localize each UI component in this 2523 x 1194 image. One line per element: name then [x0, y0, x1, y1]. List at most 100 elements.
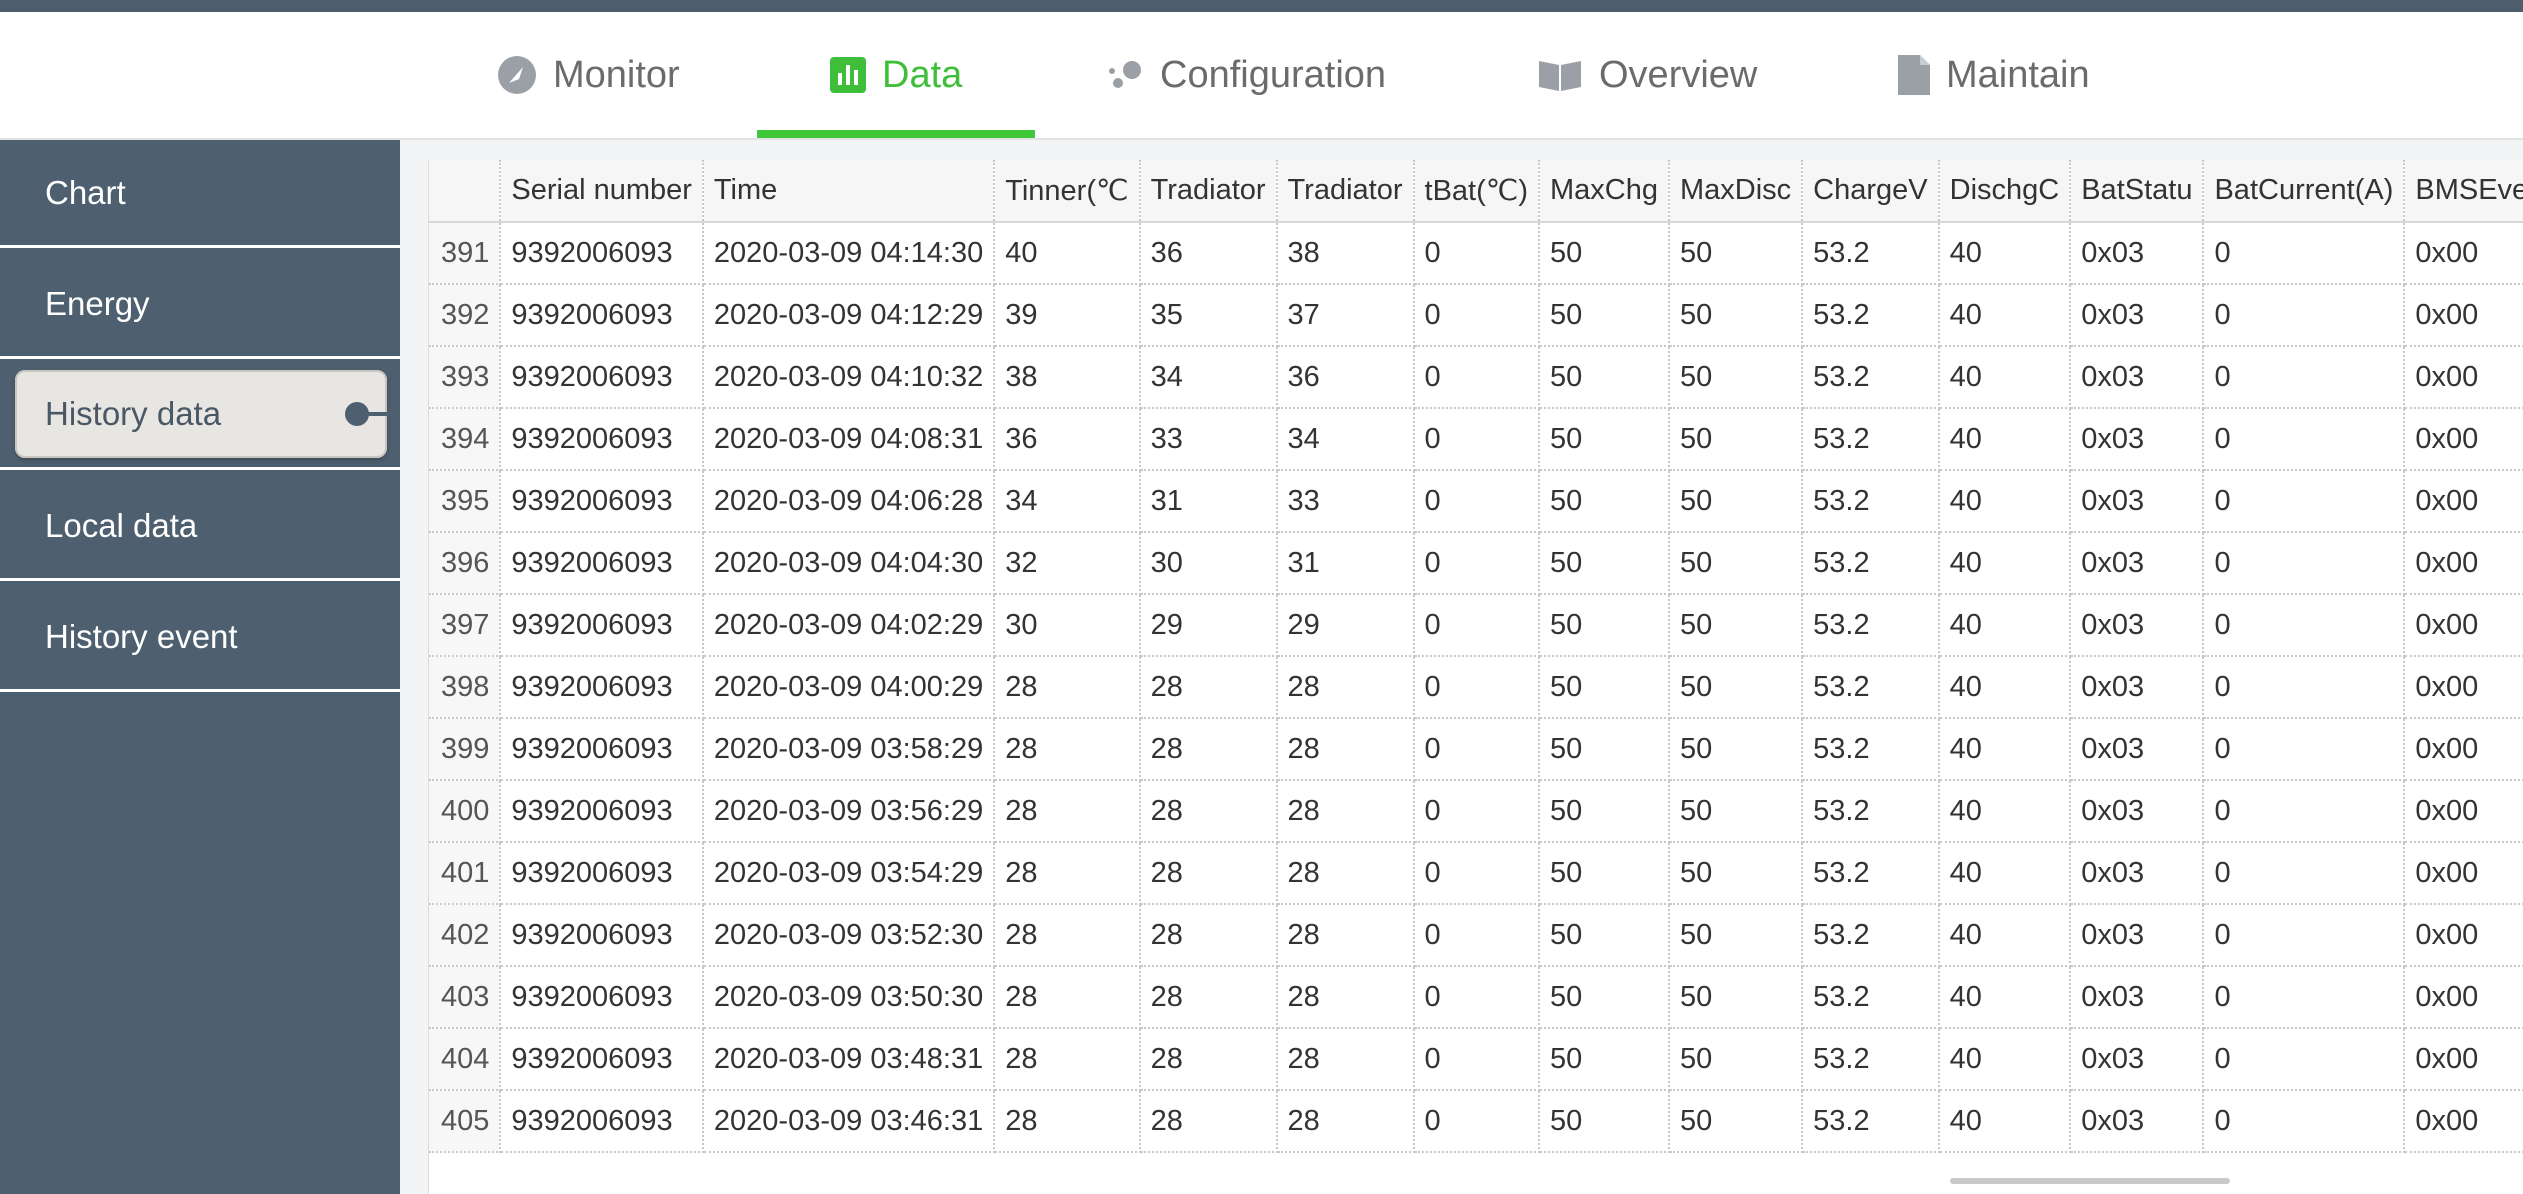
- table-row[interactable]: 404 9392006093 2020-03-09 03:48:31 28 28 28 0 5…: [429, 1028, 2523, 1091]
- table-cell: 34: [994, 470, 1141, 533]
- table-row[interactable]: 401 9392006093 2020-03-09 03:54:29 28 28 28 0 5…: [429, 842, 2523, 905]
- tab-monitor-label: Monitor: [553, 53, 680, 96]
- column-header[interactable]: Tinner(℃: [994, 160, 1141, 223]
- table-cell: 38: [994, 346, 1141, 409]
- table-row[interactable]: 394 9392006093 2020-03-09 04:08:31 36 33 34 0 5…: [429, 408, 2523, 471]
- table-cell: 50: [1668, 842, 1804, 905]
- column-header[interactable]: BatStatu: [2070, 160, 2205, 223]
- table-row[interactable]: 392 9392006093 2020-03-09 04:12:29 39 35 37 0 5…: [429, 284, 2523, 347]
- sidebar-item-history-event[interactable]: History event: [0, 584, 400, 692]
- sidebar-item-label: Energy: [45, 284, 150, 322]
- sidebar-item-history-data[interactable]: History data: [0, 362, 405, 470]
- table-cell: 50: [1538, 842, 1670, 905]
- table-cell: 0: [1413, 284, 1540, 347]
- table-cell: 2020-03-09 04:06:28: [702, 470, 996, 533]
- table-cell: 0: [1413, 470, 1540, 533]
- table-cell: 9392006093: [500, 780, 704, 843]
- connector-line: [365, 412, 405, 416]
- column-header[interactable]: DischgC: [1938, 160, 2072, 223]
- row-number-cell: 398: [429, 656, 502, 719]
- table-cell: 53.2: [1802, 780, 1940, 843]
- table-cell: 50: [1538, 1090, 1670, 1153]
- table-cell: 0: [2203, 1028, 2406, 1091]
- column-header[interactable]: tBat(℃): [1413, 160, 1540, 223]
- column-header[interactable]: [429, 160, 502, 223]
- sidebar-item-local-data[interactable]: Local data: [0, 473, 400, 581]
- row-number-cell: 400: [429, 780, 502, 843]
- table-cell: 0x03: [2070, 284, 2205, 347]
- table-cell: 9392006093: [500, 532, 704, 595]
- table-cell: 40: [1938, 656, 2072, 719]
- column-header[interactable]: MaxDisc: [1668, 160, 1804, 223]
- column-header[interactable]: Serial number: [500, 160, 704, 223]
- sidebar-item-energy[interactable]: Energy: [0, 251, 400, 359]
- table-cell: 40: [994, 222, 1141, 285]
- table-row[interactable]: 399 9392006093 2020-03-09 03:58:29 28 28 28 0 5…: [429, 718, 2523, 781]
- table-row[interactable]: 397 9392006093 2020-03-09 04:02:29 30 29 29 0 5…: [429, 594, 2523, 657]
- table-row[interactable]: 398 9392006093 2020-03-09 04:00:29 28 28 28 0 5…: [429, 656, 2523, 719]
- table-row[interactable]: 393 9392006093 2020-03-09 04:10:32 38 34 36 0 5…: [429, 346, 2523, 409]
- table-cell: 37: [1276, 284, 1415, 347]
- table-cell: 39: [994, 284, 1141, 347]
- table-cell: 28: [1276, 1028, 1415, 1091]
- table-cell: 53.2: [1802, 966, 1940, 1029]
- column-header[interactable]: Tradiator: [1139, 160, 1278, 223]
- tab-configuration[interactable]: Configuration: [1108, 12, 1386, 138]
- table-cell: 50: [1668, 1028, 1804, 1091]
- row-number-cell: 393: [429, 346, 502, 409]
- table-cell: 9392006093: [500, 594, 704, 657]
- horizontal-scrollbar[interactable]: [1950, 1178, 2230, 1184]
- table-cell: 0: [1413, 1090, 1540, 1153]
- row-number-cell: 391: [429, 222, 502, 285]
- table-cell: 40: [1938, 904, 2072, 967]
- tab-maintain[interactable]: Maintain: [1898, 12, 2090, 138]
- tab-monitor[interactable]: Monitor: [497, 12, 680, 138]
- table-cell: 50: [1668, 718, 1804, 781]
- table-cell: 0x03: [2070, 842, 2205, 905]
- table-cell: 40: [1938, 780, 2072, 843]
- table-cell: 0: [2203, 904, 2406, 967]
- table-cell: 50: [1668, 904, 1804, 967]
- table-row[interactable]: 403 9392006093 2020-03-09 03:50:30 28 28 28 0 5…: [429, 966, 2523, 1029]
- table-row[interactable]: 395 9392006093 2020-03-09 04:06:28 34 31 33 0 5…: [429, 470, 2523, 533]
- table-cell: 0x03: [2070, 656, 2205, 719]
- table-cell: 2020-03-09 03:56:29: [702, 780, 996, 843]
- table-cell: 0: [1413, 718, 1540, 781]
- column-header[interactable]: BMSEvent: [2404, 160, 2523, 223]
- table-cell: 40: [1938, 532, 2072, 595]
- table-cell: 34: [1276, 408, 1415, 471]
- table-cell: 9392006093: [500, 842, 704, 905]
- tab-data[interactable]: Data: [830, 12, 962, 138]
- column-header[interactable]: Time: [702, 160, 996, 223]
- tab-overview[interactable]: Overview: [1537, 12, 1757, 138]
- table-cell: 2020-03-09 04:04:30: [702, 532, 996, 595]
- table-cell: 50: [1538, 718, 1670, 781]
- table-cell: 53.2: [1802, 532, 1940, 595]
- table-cell: 2020-03-09 03:48:31: [702, 1028, 996, 1091]
- history-data-table[interactable]: Serial number Time Tinner(℃ Tradiator Tradia…: [428, 160, 2523, 1194]
- row-number-cell: 392: [429, 284, 502, 347]
- sidebar-item-chart[interactable]: Chart: [0, 140, 400, 248]
- table-cell: 0x03: [2070, 222, 2205, 285]
- table-cell: 9392006093: [500, 1028, 704, 1091]
- table-cell: 53.2: [1802, 1090, 1940, 1153]
- table-cell: 0: [1413, 408, 1540, 471]
- column-header[interactable]: MaxChg: [1538, 160, 1670, 223]
- table-row[interactable]: 396 9392006093 2020-03-09 04:04:30 32 30 31 0 5…: [429, 532, 2523, 595]
- table-cell: 28: [1139, 966, 1278, 1029]
- table-cell: 0x00: [2404, 594, 2523, 657]
- column-header[interactable]: Tradiator: [1276, 160, 1415, 223]
- column-header[interactable]: ChargeV: [1802, 160, 1940, 223]
- row-number-cell: 397: [429, 594, 502, 657]
- table-row[interactable]: 402 9392006093 2020-03-09 03:52:30 28 28 28 0 5…: [429, 904, 2523, 967]
- tab-configuration-label: Configuration: [1160, 53, 1387, 96]
- history-data-toggle[interactable]: History data: [15, 370, 405, 458]
- column-header[interactable]: BatCurrent(A): [2203, 160, 2406, 223]
- sidebar-item-label: Local data: [45, 506, 198, 544]
- table-cell: 9392006093: [500, 470, 704, 533]
- row-number-cell: 405: [429, 1090, 502, 1153]
- table-cell: 0x00: [2404, 532, 2523, 595]
- table-row[interactable]: 405 9392006093 2020-03-09 03:46:31 28 28 28 0 5…: [429, 1090, 2523, 1153]
- table-row[interactable]: 400 9392006093 2020-03-09 03:56:29 28 28 28 0 5…: [429, 780, 2523, 843]
- table-row[interactable]: 391 9392006093 2020-03-09 04:14:30 40 36 38 0 5…: [429, 222, 2523, 285]
